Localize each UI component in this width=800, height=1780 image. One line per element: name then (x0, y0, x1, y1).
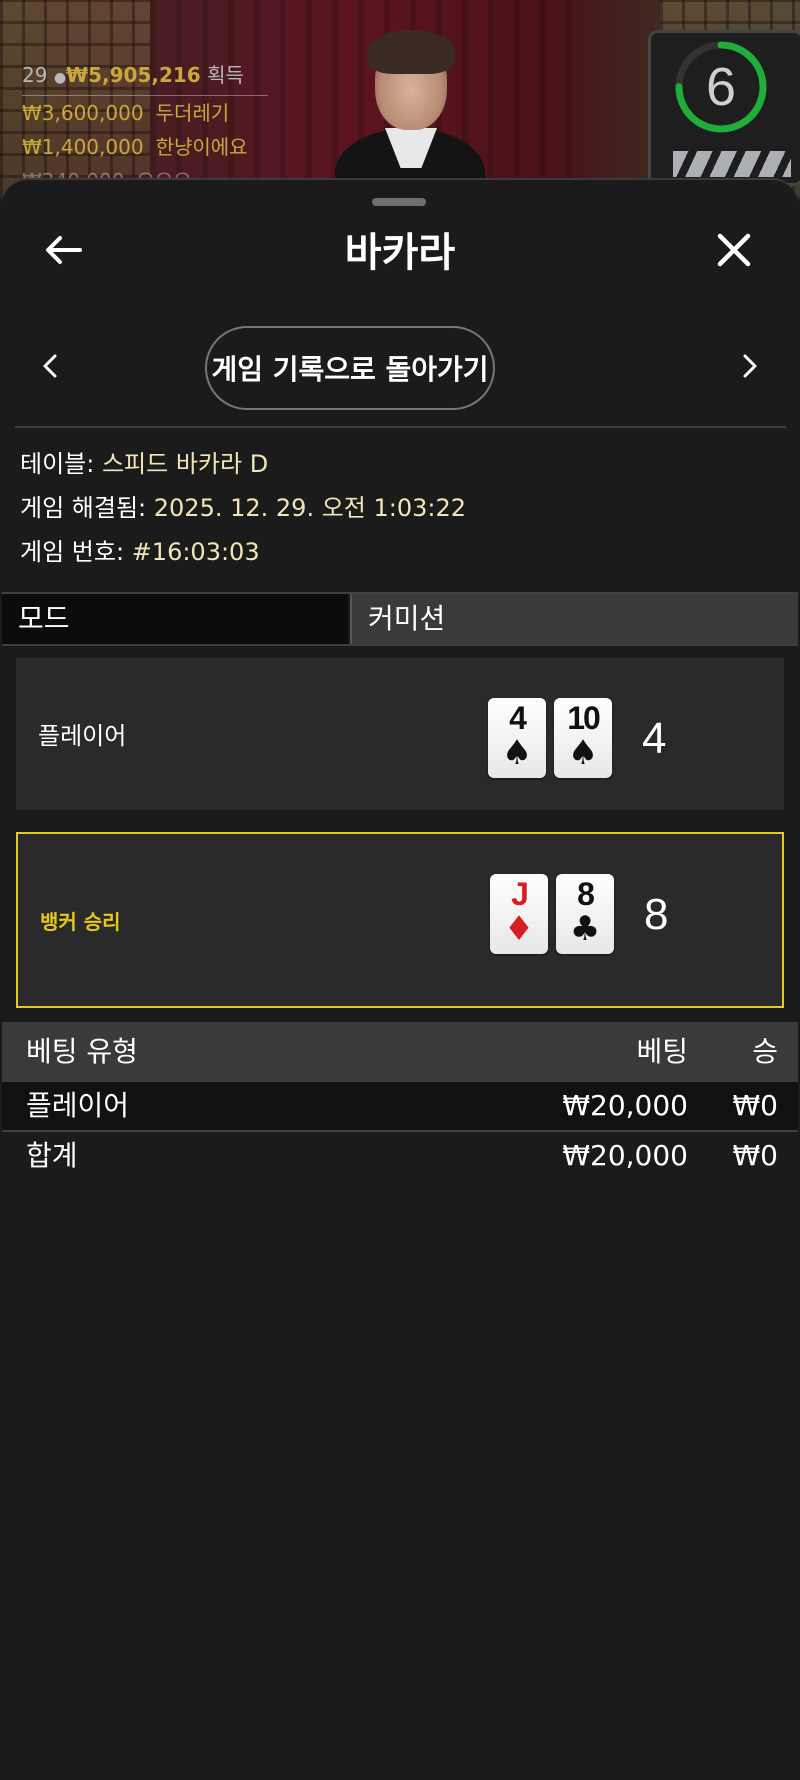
playing-card: 4 ♠ (488, 698, 546, 778)
entry-name: 한냥이에요 (155, 135, 248, 159)
game-number-label: 게임 번호: (20, 538, 125, 566)
bet-timer: 6 (648, 30, 800, 186)
bet-amount: ₩20,000 (562, 1089, 688, 1122)
card-rank: 4 (509, 700, 527, 736)
resolved-info: 게임 해결됨: 2025. 12. 29. 오전 1:03:22 (20, 486, 466, 530)
leaderboard-entry: ₩1,400,000 한냥이에요 (22, 130, 268, 164)
leaderboard-entry: ₩3,600,000 두더레기 (22, 96, 268, 130)
sheet-drag-handle[interactable] (372, 198, 426, 206)
player-hand-label: 플레이어 (38, 722, 127, 750)
game-number-info: 게임 번호: #16:03:03 (20, 530, 466, 574)
bet-type-header: 베팅 유형 (26, 1035, 138, 1068)
game-history-sheet: 바카라 게임 기록으로 돌아가기 테이블: 스피드 바카라 D 게임 해결됨: … (2, 178, 798, 1780)
dealer-figure (335, 30, 485, 200)
table-label: 테이블: (20, 450, 95, 478)
banker-hand-label: 뱅커 승리 (40, 910, 121, 934)
return-to-history-button[interactable]: 게임 기록으로 돌아가기 (205, 326, 495, 410)
banker-score: 8 (644, 890, 669, 939)
brand-logo (673, 151, 791, 177)
table-value: 스피드 바카라 D (101, 450, 269, 478)
club-icon: ♣ (569, 909, 601, 949)
close-button[interactable] (706, 222, 762, 278)
player-hand: 플레이어 4 ♠ 10 ♠ 4 (16, 658, 784, 810)
winners-leaderboard: 29 ●₩5,905,216 획득 ₩3,600,000 두더레기 ₩1,400,… (22, 58, 268, 198)
game-info: 테이블: 스피드 바카라 D 게임 해결됨: 2025. 12. 29. 오전 … (20, 442, 466, 574)
entry-amount: ₩1,400,000 (22, 135, 144, 159)
chevron-left-icon (43, 354, 57, 378)
diamond-icon: ♦ (503, 909, 535, 949)
card-rank: J (511, 876, 529, 912)
total-won-label: 획득 (207, 63, 244, 87)
total-label: 합계 (26, 1139, 78, 1172)
chevron-right-icon (743, 354, 757, 378)
playing-card: 8 ♣ (556, 874, 614, 954)
mode-value: 커미션 (350, 594, 798, 644)
total-bet-amount: ₩20,000 (562, 1139, 688, 1172)
mode-row: 모드 커미션 (2, 592, 798, 646)
card-rank: 10 (567, 700, 601, 736)
page-title: 바카라 (344, 230, 456, 276)
mode-label: 모드 (2, 594, 348, 644)
resolved-label: 게임 해결됨: (20, 494, 147, 522)
total-won: ₩5,905,216 (66, 63, 201, 87)
banker-hand: 뱅커 승리 J ♦ 8 ♣ 8 (16, 832, 784, 1008)
win-amount: ₩0 (732, 1089, 779, 1122)
leaderboard-summary: 29 ●₩5,905,216 획득 (22, 58, 268, 96)
person-icon: ● (53, 70, 67, 86)
spade-icon: ♠ (501, 733, 533, 773)
live-video-background: 29 ●₩5,905,216 획득 ₩3,600,000 두더레기 ₩1,400,… (0, 0, 800, 200)
close-icon (717, 233, 751, 267)
playing-card: J ♦ (490, 874, 548, 954)
bet-amount-header: 베팅 (636, 1035, 688, 1068)
banker-cards: J ♦ 8 ♣ (490, 874, 614, 954)
previous-game-button[interactable] (30, 346, 70, 386)
bets-table-header: 베팅 유형 베팅 승 (2, 1022, 798, 1082)
table-info: 테이블: 스피드 바카라 D (20, 442, 466, 486)
game-number-value: #16:03:03 (131, 538, 260, 566)
win-amount-header: 승 (752, 1035, 778, 1068)
divider (15, 426, 786, 428)
player-score: 4 (642, 714, 667, 763)
players-count: 29 (22, 63, 48, 87)
table-row: 플레이어 ₩20,000 ₩0 (2, 1082, 798, 1132)
spade-icon: ♠ (567, 733, 599, 773)
playing-card: 10 ♠ (554, 698, 612, 778)
resolved-value: 2025. 12. 29. 오전 1:03:22 (153, 494, 467, 522)
entry-name: 두더레기 (155, 101, 230, 125)
bet-type: 플레이어 (26, 1089, 130, 1122)
entry-amount: ₩3,600,000 (22, 101, 144, 125)
next-game-button[interactable] (730, 346, 770, 386)
card-rank: 8 (577, 876, 595, 912)
total-row: 합계 ₩20,000 ₩0 (2, 1132, 798, 1180)
player-cards: 4 ♠ 10 ♠ (488, 698, 612, 778)
timer-value: 6 (705, 57, 737, 117)
total-win-amount: ₩0 (732, 1139, 779, 1172)
